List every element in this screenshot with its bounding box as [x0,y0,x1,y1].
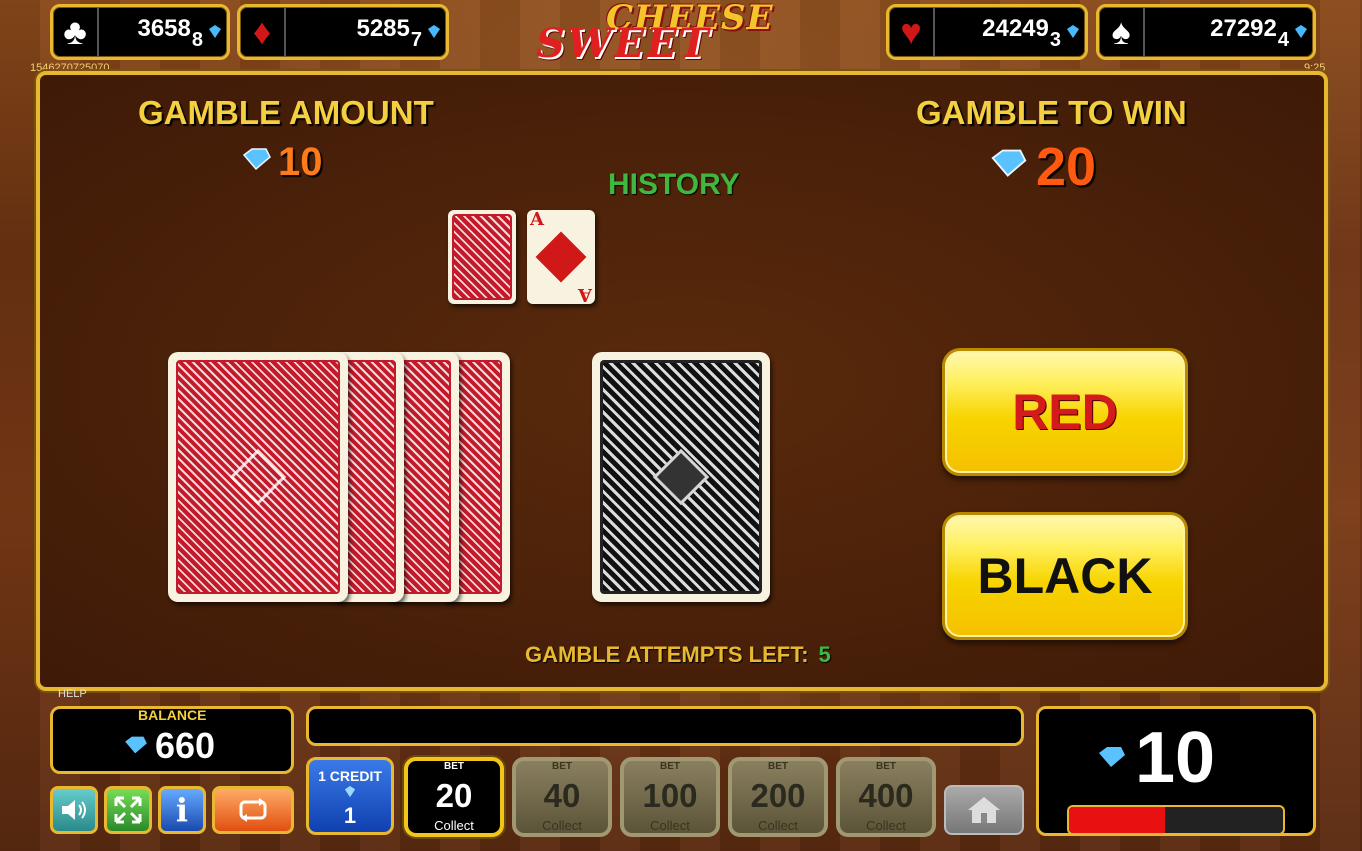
bet-button-200[interactable]: BET 200 Collect [728,757,828,837]
logo-line-2: SWEET [536,20,711,67]
bet-label: BET [552,761,572,772]
info-icon: i [175,791,189,829]
fullscreen-button[interactable] [104,786,152,834]
bet-button-400[interactable]: BET 400 Collect [836,757,936,837]
diamond-gem-icon [991,149,1027,177]
sound-button[interactable] [50,786,98,834]
bet-label: BET [660,761,680,772]
diamond-suit-icon [535,231,587,283]
black-button[interactable]: BLACK [942,512,1188,640]
bet-value: 40 [543,777,581,814]
diamond-gem-icon [1295,25,1307,38]
club-icon: ♣ [53,7,99,57]
spade-icon: ♠ [1099,7,1145,57]
gamble-amount-value: 10 [278,140,323,184]
autoplay-icon [239,798,267,822]
win-progress-fill [1069,807,1166,833]
diamond-gem-icon [1099,747,1125,767]
bet-collect-label: Collect [758,818,798,833]
home-button[interactable] [944,785,1024,835]
win-box: 10 [1036,706,1316,836]
info-button[interactable]: i [158,786,206,834]
win-value: 10 [1135,718,1216,798]
jackpot-value: 242493 [982,15,1061,51]
gamble-to-win-label: GAMBLE TO WIN [916,94,1187,131]
diamond-gem-icon [1067,25,1079,38]
diamond-gem-icon [242,148,271,171]
balance-box: BALANCE 660 [50,706,294,774]
win-progress-bar [1067,805,1285,835]
diamond-gem-icon [125,736,147,754]
bet-label: BET [444,761,464,772]
bet-label: BET [876,761,896,772]
red-button[interactable]: RED [942,348,1188,476]
speaker-icon [62,800,86,820]
game-logo: CHEESE SWEET [530,0,810,68]
diamond-gem-icon [344,786,356,798]
bet-label: BET [768,761,788,772]
credit-label: 1 CREDIT [318,768,382,784]
gamble-card-face-down [592,352,770,602]
bet-collect-label: Collect [542,818,582,833]
balance-value: 660 [155,725,216,766]
history-label: HISTORY [608,168,740,201]
bet-value: 20 [435,777,473,814]
fullscreen-icon [114,796,142,824]
card-rank-top: A [530,209,544,230]
jackpot-value: 52857 [356,15,422,51]
credit-button[interactable]: 1 CREDIT 1 [306,757,394,835]
black-button-label: BLACK [977,548,1153,604]
bet-value: 200 [750,777,806,814]
diamond-suit-icon: ♦ [240,7,286,57]
red-button-label: RED [1012,384,1118,440]
card-rank-bottom: A [578,284,592,305]
jackpot-spade: ♠ 272924 [1096,4,1316,60]
bet-collect-label: Collect [650,818,690,833]
deck-top-card [168,352,348,602]
gamble-attempts: GAMBLE ATTEMPTS LEFT: 5 [525,642,831,668]
gamble-to-win-value: 20 [1036,137,1097,197]
balance-label: BALANCE [138,707,207,723]
history-card-back [448,210,516,304]
bet-collect-label: Collect [434,818,474,833]
help-label[interactable]: HELP [58,688,87,700]
bet-value: 400 [858,777,914,814]
jackpot-value: 36588 [137,15,203,51]
bet-button-40[interactable]: BET 40 Collect [512,757,612,837]
diamond-gem-icon [428,25,440,38]
bet-button-20[interactable]: BET 20 Collect [404,757,504,837]
jackpot-diamond: ♦ 52857 [237,4,449,60]
gamble-amount-label: GAMBLE AMOUNT [138,94,434,131]
credit-value: 1 [343,803,357,828]
attempts-value: 5 [818,642,831,667]
attempts-label: GAMBLE ATTEMPTS LEFT: [525,642,809,667]
heart-icon: ♥ [889,7,935,57]
history-card-ace-of-diamonds: A A [527,209,595,305]
bet-button-100[interactable]: BET 100 Collect [620,757,720,837]
autoplay-button[interactable] [212,786,294,834]
jackpot-heart: ♥ 242493 [886,4,1088,60]
diamond-gem-icon [209,25,221,38]
message-bar [306,706,1024,746]
jackpot-value: 272924 [1210,15,1289,51]
bet-collect-label: Collect [866,818,906,833]
home-icon [968,797,1000,823]
jackpot-club: ♣ 36588 [50,4,230,60]
bet-value: 100 [642,777,698,814]
